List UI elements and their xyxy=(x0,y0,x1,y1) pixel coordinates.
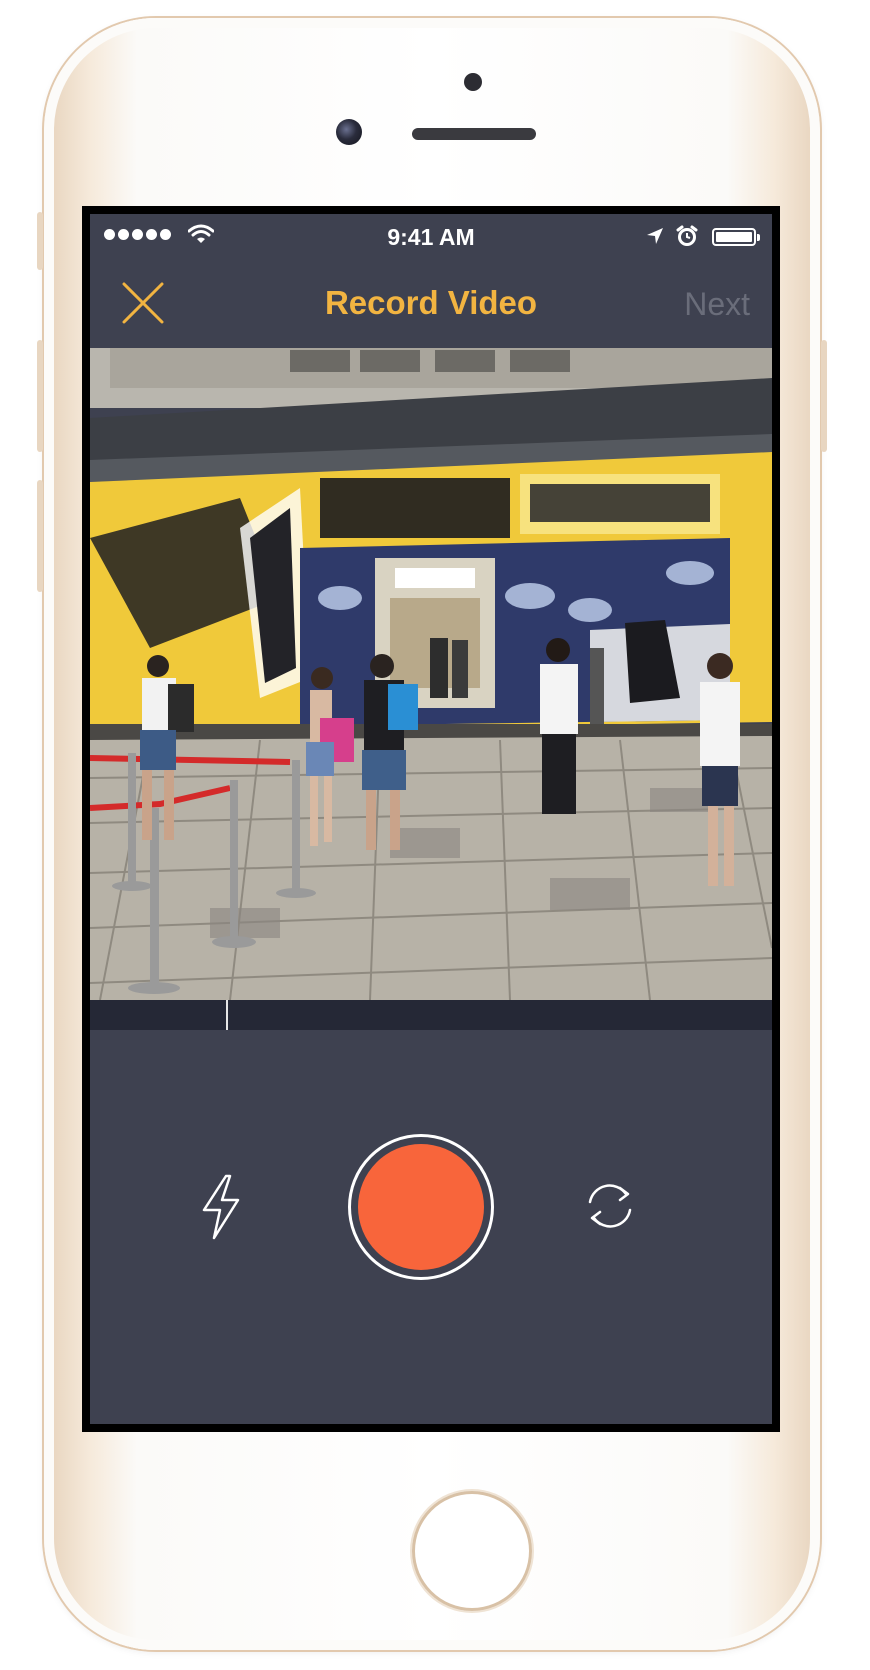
status-time: 9:41 AM xyxy=(387,224,475,250)
camera-viewfinder[interactable] xyxy=(90,348,772,1000)
status-bar: 9:41 AM xyxy=(90,214,772,258)
battery-icon xyxy=(712,228,756,246)
proximity-sensor xyxy=(464,73,482,91)
phone-screen: 9:41 AM Record Video Next xyxy=(82,206,780,1432)
home-button[interactable] xyxy=(412,1491,532,1611)
alarm-icon xyxy=(676,225,698,246)
next-button[interactable]: Next xyxy=(684,286,750,323)
volume-up-button xyxy=(37,340,43,452)
page-title: Record Video xyxy=(324,284,538,321)
nav-bar: Record Video Next xyxy=(90,258,772,348)
battery-tip xyxy=(757,234,760,241)
record-button-inner xyxy=(358,1144,484,1270)
flash-icon[interactable] xyxy=(194,1172,246,1242)
flip-camera-icon[interactable] xyxy=(580,1176,640,1236)
power-button xyxy=(821,340,827,452)
record-button[interactable] xyxy=(348,1134,494,1280)
earpiece-speaker xyxy=(412,128,536,140)
record-video-screen: 9:41 AM Record Video Next xyxy=(90,214,772,1424)
location-arrow-icon xyxy=(647,228,663,244)
mute-switch xyxy=(37,212,43,270)
front-camera xyxy=(336,119,362,145)
camera-preview-image xyxy=(90,348,772,1000)
recording-timeline xyxy=(90,1000,772,1030)
camera-controls xyxy=(90,1030,772,1424)
volume-down-button xyxy=(37,480,43,592)
timeline-playhead xyxy=(226,1000,228,1030)
